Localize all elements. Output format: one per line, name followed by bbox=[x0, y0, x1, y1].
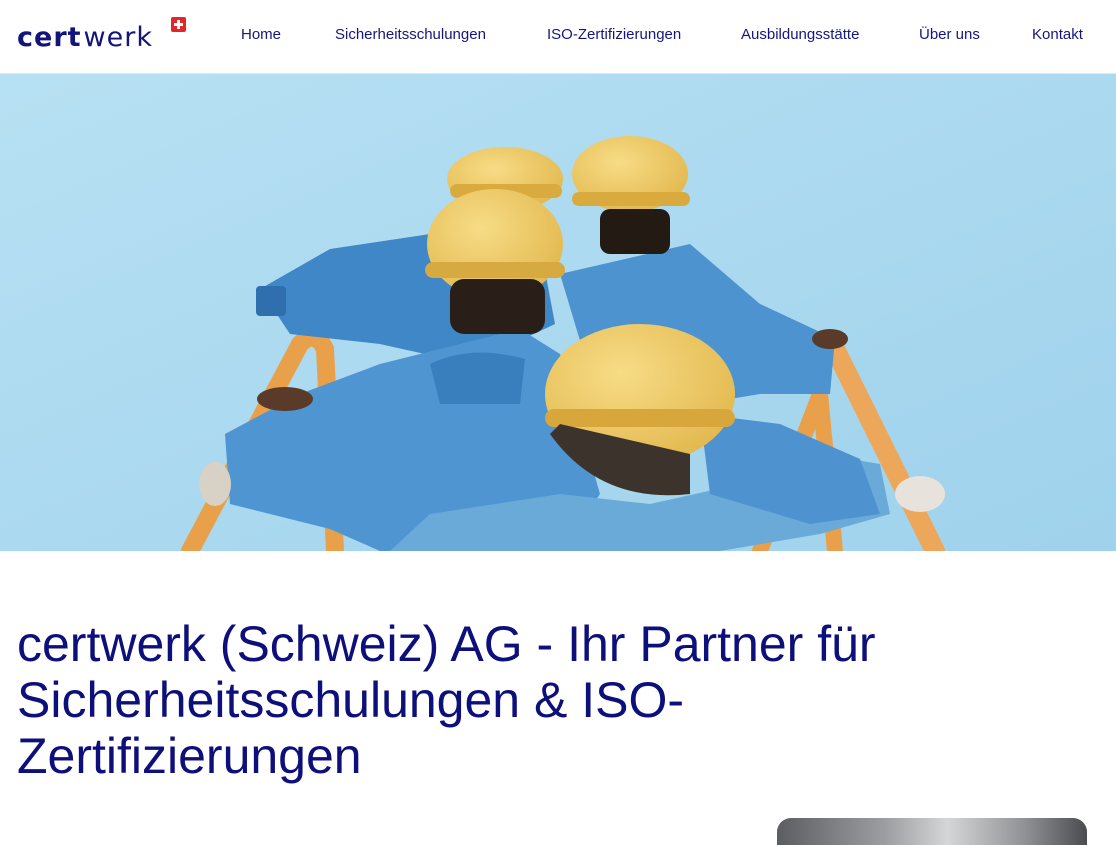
page-title: certwerk (Schweiz) AG - Ihr Partner für … bbox=[17, 616, 876, 784]
site-logo[interactable]: cert werk bbox=[17, 17, 186, 53]
logo-text-werk: werk bbox=[83, 22, 153, 53]
nav-item-ueber-uns[interactable]: Über uns bbox=[919, 25, 980, 45]
site-header: cert werk Home Sicherheitsschulungen ISO… bbox=[0, 0, 1116, 74]
logo-text-cert: cert bbox=[17, 22, 82, 53]
hero-workers-illustration bbox=[0, 74, 1116, 551]
nav-item-ausbildungsstaette[interactable]: Ausbildungsstätte bbox=[741, 25, 859, 45]
nav-item-sicherheitsschulungen[interactable]: Sicherheitsschulungen bbox=[335, 25, 486, 45]
hero-image bbox=[0, 74, 1116, 551]
nav-item-iso-zertifizierungen[interactable]: ISO-Zertifizierungen bbox=[547, 25, 681, 45]
swiss-flag-icon bbox=[171, 17, 186, 32]
teaser-image bbox=[777, 818, 1087, 845]
nav-item-kontakt[interactable]: Kontakt bbox=[1032, 25, 1083, 45]
nav-item-home[interactable]: Home bbox=[241, 25, 281, 45]
